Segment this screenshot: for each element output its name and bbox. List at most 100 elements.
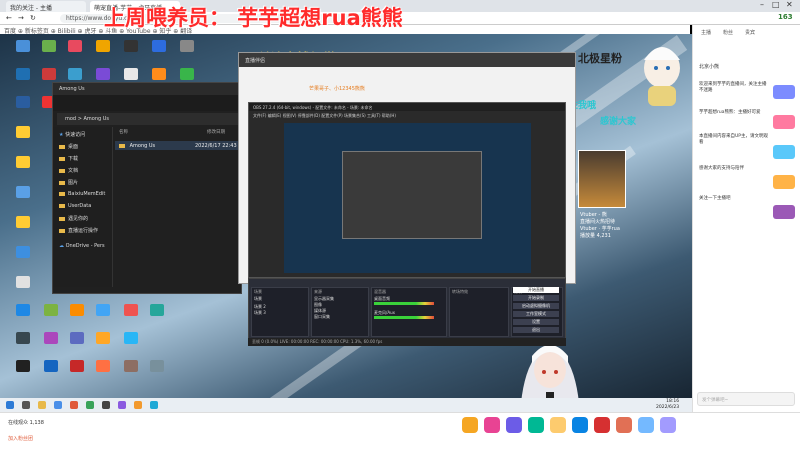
chat-tab[interactable]: 贵宾 (745, 29, 755, 36)
desktop-icon[interactable] (124, 360, 138, 372)
scene-item[interactable]: 场景 (254, 296, 262, 302)
maximize-icon[interactable]: □ (772, 0, 780, 9)
sidebar-item[interactable]: ☁ OneDrive - Pers (59, 243, 105, 249)
promo-badge[interactable] (773, 115, 795, 129)
gift-icon[interactable] (462, 417, 478, 433)
gift-icon[interactable] (484, 417, 500, 433)
desktop-icon[interactable] (96, 304, 110, 316)
gift-icon[interactable] (572, 417, 588, 433)
desktop-icon[interactable] (70, 360, 84, 372)
desktop-icon[interactable] (16, 186, 30, 198)
column-date[interactable]: 修改日期 (207, 129, 225, 135)
desktop-icon[interactable] (16, 246, 30, 258)
sidebar-item[interactable]: 桌面 (59, 143, 78, 150)
desktop-icon[interactable] (68, 68, 82, 80)
sidebar-item[interactable]: 直播运行操作 (59, 227, 98, 234)
desktop-icon[interactable] (150, 360, 164, 372)
sidebar-item[interactable]: UserData (59, 203, 91, 209)
chat-tab[interactable]: 主播 (701, 29, 711, 36)
desktop-icon[interactable] (124, 40, 138, 52)
desktop-icon[interactable] (96, 332, 110, 344)
obs-icon[interactable] (102, 401, 110, 409)
desktop-icon[interactable] (16, 68, 30, 80)
join-fan-club-button[interactable]: 加入粉丝团 (8, 435, 33, 442)
promo-badge[interactable] (773, 145, 795, 159)
sidebar-item[interactable]: 遇见你的 (59, 215, 88, 222)
desktop-icon[interactable] (44, 332, 58, 344)
desktop-icon[interactable] (124, 68, 138, 80)
source-item[interactable]: 窗口采集 (314, 314, 330, 320)
gift-icon[interactable] (638, 417, 654, 433)
desktop-icon[interactable] (16, 156, 30, 168)
folder-icon[interactable] (38, 401, 46, 409)
desktop-icon[interactable] (44, 360, 58, 372)
game-card[interactable] (578, 150, 626, 208)
chat-tab[interactable]: 粉丝 (723, 29, 733, 36)
back-icon[interactable]: ← (6, 14, 12, 22)
sidebar-item[interactable]: 图片 (59, 179, 78, 186)
desktop-icon[interactable] (16, 126, 30, 138)
desktop-icon[interactable] (180, 40, 194, 52)
sidebar-item[interactable]: 文档 (59, 167, 78, 174)
app-icon[interactable] (70, 401, 78, 409)
desktop-icon[interactable] (96, 40, 110, 52)
app-icon[interactable] (134, 401, 142, 409)
desktop-icon[interactable] (152, 68, 166, 80)
column-name[interactable]: 名称 (119, 129, 128, 135)
gift-icon[interactable] (616, 417, 632, 433)
desktop-icon[interactable] (180, 68, 194, 80)
file-row[interactable]: Among Us 2022/6/17 22:43 (115, 141, 241, 150)
forward-icon[interactable]: → (18, 14, 24, 22)
gift-icon[interactable] (550, 417, 566, 433)
studio-mode-button[interactable]: 工作室模式 (513, 311, 559, 317)
clock[interactable]: 18:16 2022/6/23 (656, 399, 679, 411)
settings-button[interactable]: 设置 (513, 319, 559, 325)
obs-preview[interactable] (284, 123, 531, 273)
desktop-icon[interactable] (124, 332, 138, 344)
sidebar-item[interactable]: 下载 (59, 155, 78, 162)
desktop-icon[interactable] (150, 304, 164, 316)
promo-badge[interactable] (773, 205, 795, 219)
sidebar-item[interactable]: BaixiuMemEdit (59, 191, 105, 197)
browser-icon[interactable] (54, 401, 62, 409)
start-streaming-button[interactable]: 开始直播 (513, 287, 559, 293)
gift-icon[interactable] (660, 417, 676, 433)
desktop-icon[interactable] (70, 332, 84, 344)
exit-button[interactable]: 退出 (513, 327, 559, 333)
minimize-icon[interactable]: – (760, 0, 764, 9)
desktop-icon[interactable] (42, 40, 56, 52)
desktop-icon[interactable] (68, 40, 82, 52)
app-icon[interactable] (86, 401, 94, 409)
chat-input[interactable]: 发个弹幕吧~ (697, 392, 795, 406)
app-icon[interactable] (150, 401, 158, 409)
gift-icon[interactable] (506, 417, 522, 433)
desktop-icon[interactable] (16, 304, 30, 316)
search-icon[interactable] (22, 401, 30, 409)
scene-item[interactable]: 场景 3 (254, 310, 266, 316)
chat-user[interactable]: 北京小熊 (699, 63, 719, 70)
start-recording-button[interactable]: 开始录制 (513, 295, 559, 301)
desktop-icon[interactable] (16, 216, 30, 228)
breadcrumb[interactable]: mod > Among Us (57, 113, 239, 125)
app-icon[interactable] (118, 401, 126, 409)
desktop-icon[interactable] (44, 304, 58, 316)
promo-badge[interactable] (773, 175, 795, 189)
refresh-icon[interactable]: ↻ (30, 14, 36, 22)
desktop-icon[interactable] (16, 96, 30, 108)
gift-icon[interactable] (594, 417, 610, 433)
desktop-icon[interactable] (124, 304, 138, 316)
desktop-icon[interactable] (16, 40, 30, 52)
desktop-icon[interactable] (16, 360, 30, 372)
obs-menu-bar[interactable]: 文件(F) 编辑(E) 视图(V) 停靠部件(D) 配置文件(P) 场景集合(S… (249, 111, 565, 119)
desktop-icon[interactable] (16, 276, 30, 288)
desktop-icon[interactable] (70, 304, 84, 316)
desktop-icon[interactable] (42, 68, 56, 80)
browser-tab[interactable]: 我的关注 - 主播 (6, 1, 86, 12)
gift-icon[interactable] (528, 417, 544, 433)
desktop-icon[interactable] (96, 68, 110, 80)
desktop-icon[interactable] (152, 40, 166, 52)
desktop-icon[interactable] (96, 360, 110, 372)
obs-window[interactable]: OBS 27.2.4 (64-bit, windows) - 配置文件: 未命名… (248, 102, 566, 278)
file-explorer-window[interactable]: Among Us mod > Among Us ★ 快速访问 桌面 下载 文档 … (52, 82, 242, 294)
promo-badge[interactable] (773, 85, 795, 99)
